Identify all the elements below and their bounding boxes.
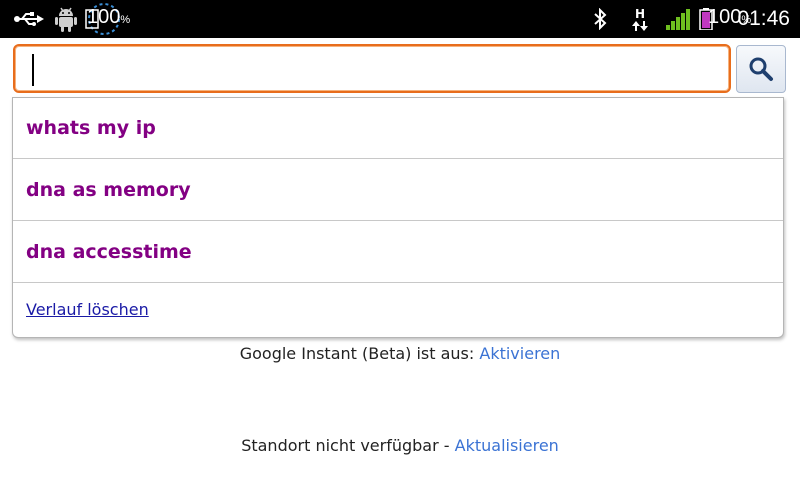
battery-percent: 100 — [708, 6, 742, 28]
search-input[interactable] — [37, 46, 721, 93]
sdcard-percent-sign: % — [120, 14, 131, 26]
suggestion-item[interactable]: dna accesstime — [13, 222, 783, 283]
instant-status-text: Google Instant (Beta) ist aus: — [239, 344, 480, 363]
signal-icon — [666, 0, 692, 38]
suggestion-label: dna accesstime — [26, 241, 192, 263]
search-icon — [749, 57, 773, 81]
battery-icon: 100% — [698, 0, 751, 38]
suggestion-label: whats my ip — [26, 117, 156, 139]
bluetooth-icon — [593, 0, 607, 38]
status-bar: 100% H 100 % 01:46 — [0, 0, 800, 38]
activate-instant-link[interactable]: Aktivieren — [479, 344, 560, 363]
refresh-location-link[interactable]: Aktualisieren — [455, 436, 559, 455]
usb-icon — [14, 0, 44, 38]
instant-status: Google Instant (Beta) ist aus: Aktiviere… — [0, 344, 800, 363]
location-status: Standort nicht verfügbar - Aktualisieren — [0, 436, 800, 455]
clear-history-link[interactable]: Verlauf löschen — [26, 300, 149, 319]
search-field[interactable] — [13, 44, 731, 93]
network-type-label: H — [634, 6, 646, 21]
hspa-icon: H — [632, 0, 648, 38]
suggestion-item[interactable]: whats my ip — [13, 98, 783, 159]
sdcard-progress-icon: 100% — [84, 0, 130, 38]
text-cursor — [32, 54, 34, 86]
sdcard-percent: 100 — [87, 6, 121, 28]
android-debug-icon — [55, 0, 77, 38]
suggestion-label: dna as memory — [26, 179, 191, 201]
clear-history-row: Verlauf löschen — [13, 283, 783, 335]
suggestion-item[interactable]: dna as memory — [13, 160, 783, 221]
location-status-text: Standort nicht verfügbar - — [241, 436, 455, 455]
status-time: 01:46 — [737, 7, 790, 30]
suggestion-dropdown: whats my ip dna as memory dna accesstime… — [12, 97, 784, 338]
search-button[interactable] — [736, 45, 786, 93]
